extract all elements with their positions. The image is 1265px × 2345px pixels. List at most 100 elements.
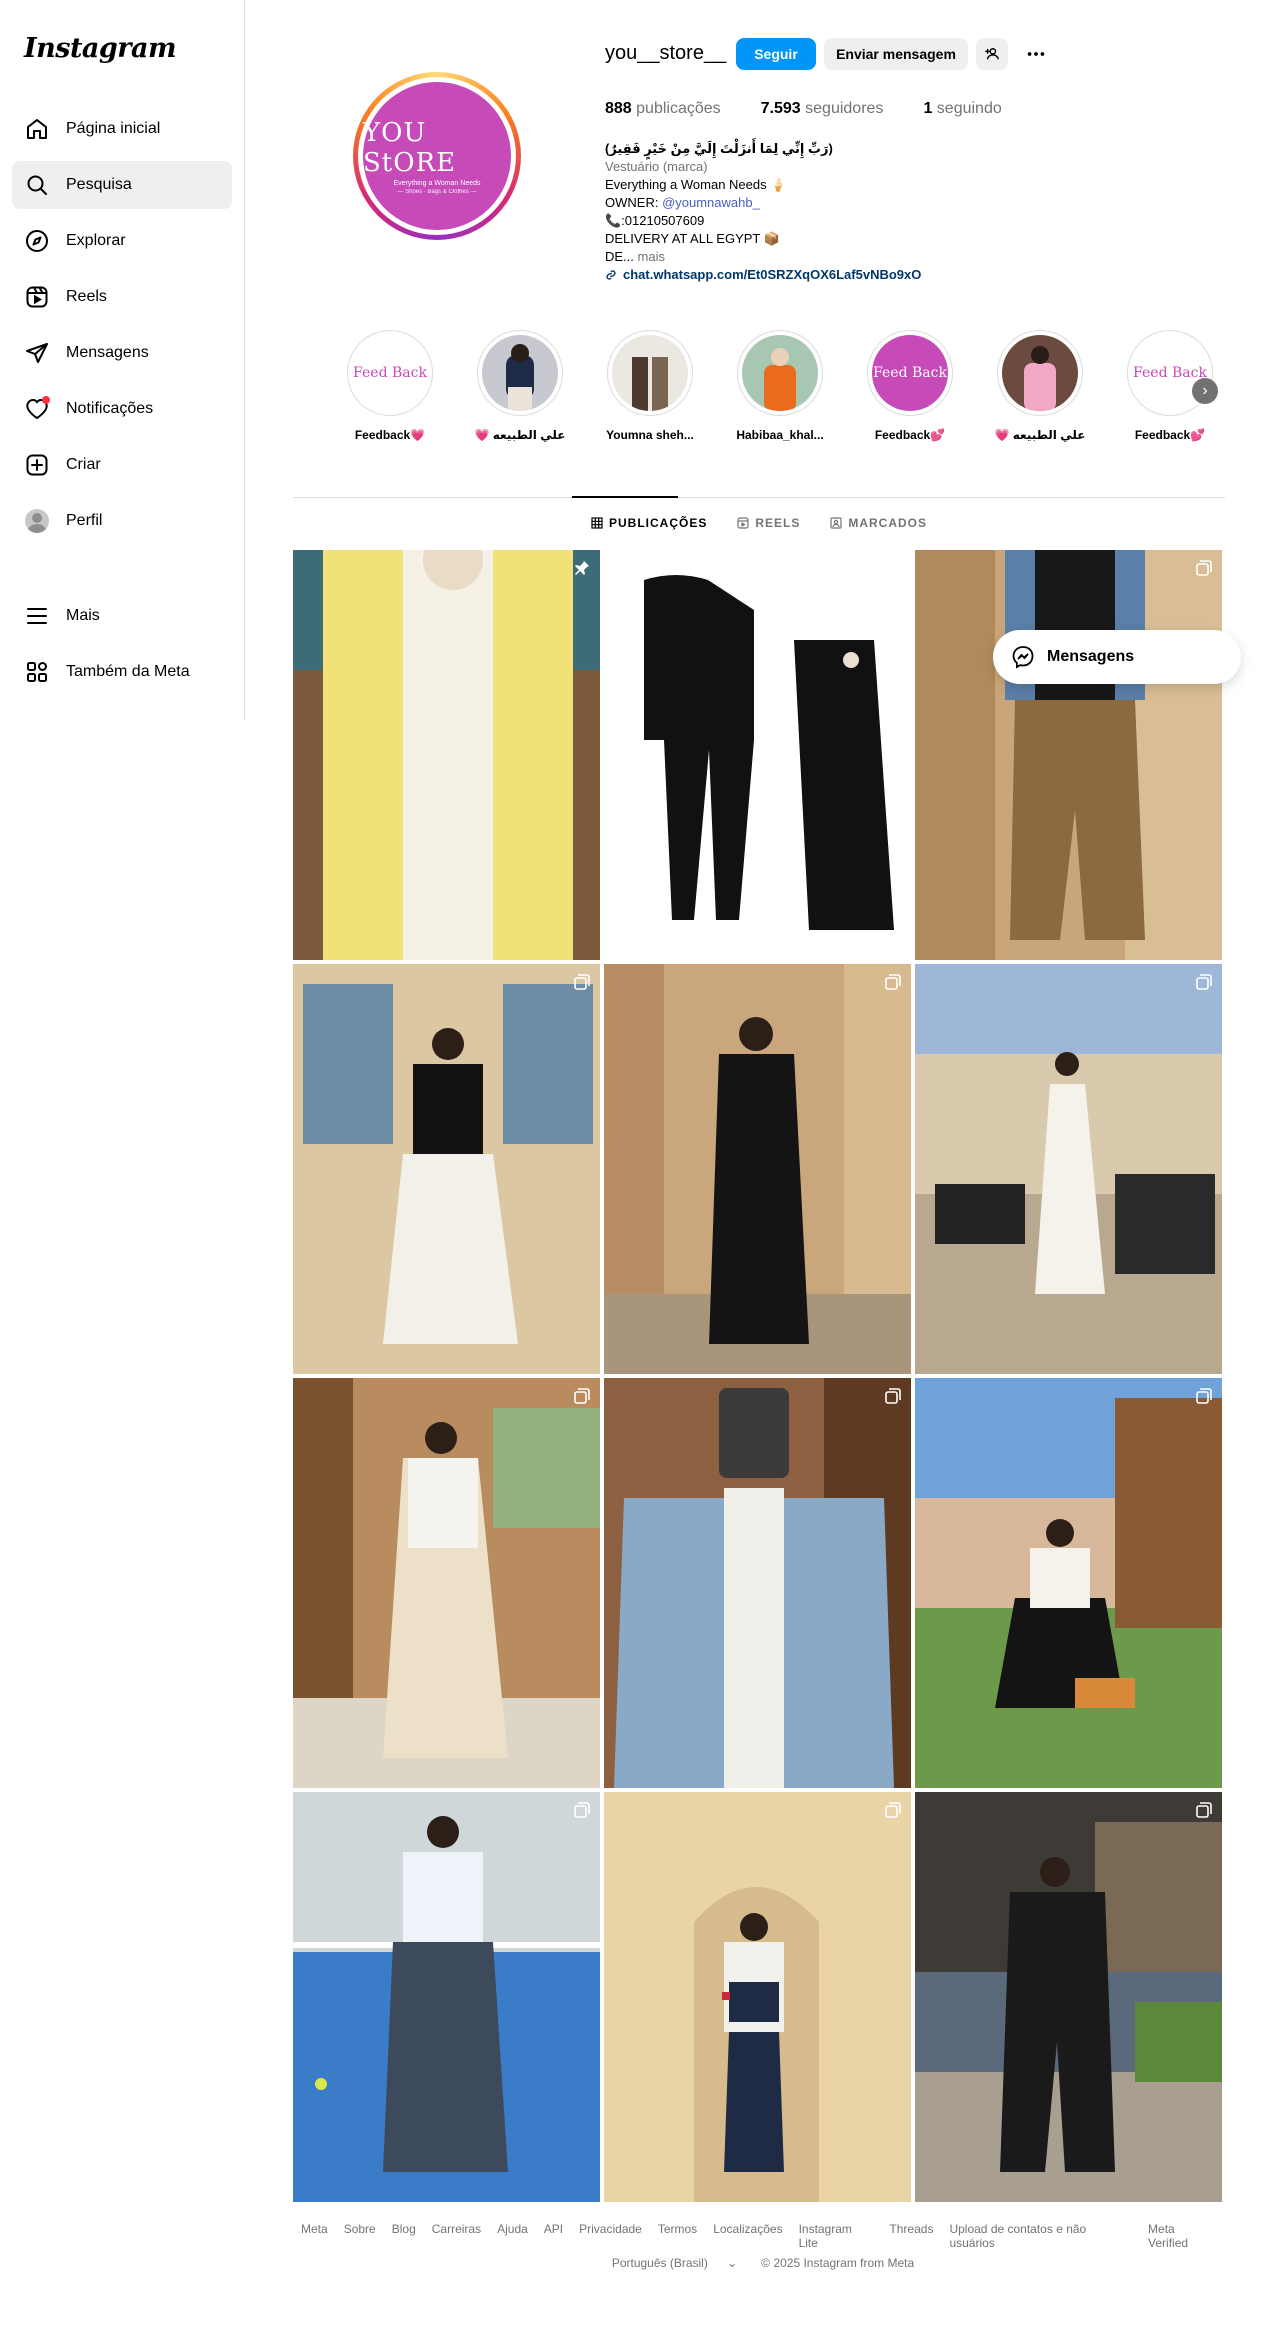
footer-link[interactable]: Upload de contatos e não usuários xyxy=(949,2222,1132,2250)
footer-link[interactable]: API xyxy=(544,2222,563,2250)
tab-reels[interactable]: REELS xyxy=(737,516,800,530)
sidebar-item-label: Mais xyxy=(66,607,100,624)
post-tile[interactable] xyxy=(604,1792,911,2202)
home-icon xyxy=(24,116,50,142)
highlight-item[interactable]: 💗 علي الطبيعه xyxy=(985,330,1095,442)
sidebar-item-messages[interactable]: Mensagens xyxy=(12,329,232,377)
black-outfit-image xyxy=(604,964,911,1374)
sidebar: Instagram Página inicial Pesquisa Explor… xyxy=(0,0,245,720)
footer-link[interactable]: Privacidade xyxy=(579,2222,642,2250)
reels-icon xyxy=(737,517,749,529)
sidebar-item-search[interactable]: Pesquisa xyxy=(12,161,232,209)
language-selector[interactable]: Português (Brasil) ⌄ xyxy=(604,2256,745,2270)
sidebar-item-label: Página inicial xyxy=(66,120,161,137)
sidebar-item-more[interactable]: Mais xyxy=(12,592,232,640)
highlights-next-button[interactable]: › xyxy=(1192,378,1218,404)
post-tile[interactable] xyxy=(604,964,911,1374)
instagram-logo[interactable]: Instagram xyxy=(24,33,177,64)
seated-outdoor-image xyxy=(915,1378,1222,1788)
sidebar-item-home[interactable]: Página inicial xyxy=(12,105,232,153)
carousel-icon xyxy=(1196,1388,1212,1404)
whatsapp-link[interactable]: chat.whatsapp.com/Et0SRZXqOX6Laf5vNBo9xO xyxy=(623,266,921,284)
bio-quote: (رَبِّ إِنِّي لِمَا أَنزَلْتَ إِلَيَّ مِ… xyxy=(605,141,833,156)
sidebar-item-label: Explorar xyxy=(66,232,126,249)
sidebar-item-meta[interactable]: Também da Meta xyxy=(12,648,232,696)
posts-label: publicações xyxy=(636,100,721,117)
followers-count: 7.593 xyxy=(760,100,801,117)
bio-truncated: DE... mais xyxy=(605,248,1025,266)
meta-apps-icon xyxy=(24,659,50,685)
post-tile[interactable] xyxy=(293,550,600,960)
highlight-item[interactable]: Feed Back Feedback💕 xyxy=(855,330,965,442)
highlight-cover xyxy=(482,335,558,411)
highlight-cover: Feed Back xyxy=(872,335,948,411)
link-icon xyxy=(606,270,616,280)
carousel-icon xyxy=(574,1802,590,1818)
bio-owner-prefix: OWNER: xyxy=(605,195,663,210)
bio-tagline: Everything a Woman Needs 🍦 xyxy=(605,177,787,192)
sidebar-item-create[interactable]: Criar xyxy=(12,441,232,489)
post-tile[interactable] xyxy=(915,964,1222,1374)
footer-link[interactable]: Localizações xyxy=(713,2222,782,2250)
sidebar-item-reels[interactable]: Reels xyxy=(12,273,232,321)
footer-link[interactable]: Threads xyxy=(889,2222,933,2250)
owner-mention-link[interactable]: @youmnawahb_ xyxy=(662,195,760,210)
floating-messages-label: Mensagens xyxy=(1047,648,1135,665)
footer-link[interactable]: Termos xyxy=(658,2222,697,2250)
sidebar-item-explore[interactable]: Explorar xyxy=(12,217,232,265)
carousel-icon xyxy=(574,1388,590,1404)
messenger-icon xyxy=(1012,646,1034,669)
footer-link[interactable]: Sobre xyxy=(344,2222,376,2250)
footer-link[interactable]: Ajuda xyxy=(497,2222,528,2250)
profile-picture[interactable]: YOU StORE Everything a Woman Needs — Sho… xyxy=(358,77,516,235)
carousel-icon xyxy=(885,1388,901,1404)
follow-button[interactable]: Seguir xyxy=(736,38,816,70)
post-tile[interactable] xyxy=(293,1792,600,2202)
suggest-users-button[interactable] xyxy=(976,38,1008,70)
footer-links: Meta Sobre Blog Carreiras Ajuda API Priv… xyxy=(293,2222,1225,2250)
sidebar-item-notifications[interactable]: Notificações xyxy=(12,385,232,433)
reels-icon xyxy=(24,284,50,310)
sidebar-item-profile[interactable]: Perfil xyxy=(12,497,232,545)
floating-messages-button[interactable]: Mensagens xyxy=(993,630,1241,684)
highlight-item[interactable]: Habibaa_khal... xyxy=(725,330,835,442)
arch-doorway-image xyxy=(604,1792,911,2202)
footer-link[interactable]: Meta xyxy=(301,2222,328,2250)
bio-more-link[interactable]: mais xyxy=(634,249,665,264)
footer-link[interactable]: Carreiras xyxy=(432,2222,481,2250)
highlight-item[interactable]: Youmna sheh... xyxy=(595,330,705,442)
options-button[interactable] xyxy=(1020,38,1052,70)
post-tile[interactable] xyxy=(604,550,911,960)
tab-tagged[interactable]: MARCADOS xyxy=(830,516,927,530)
plus-square-icon xyxy=(24,452,50,478)
following-stat[interactable]: 1 seguindo xyxy=(923,100,1001,118)
send-message-button[interactable]: Enviar mensagem xyxy=(824,38,968,70)
post-tile[interactable] xyxy=(604,1378,911,1788)
posts-stat: 888 publicações xyxy=(605,100,721,118)
highlight-label: Youmna sheh... xyxy=(606,428,694,442)
tab-posts[interactable]: PUBLICAÇÕES xyxy=(591,516,707,530)
post-tile[interactable] xyxy=(293,1378,600,1788)
post-tile[interactable] xyxy=(915,1378,1222,1788)
highlight-item[interactable]: 💗 علي الطبيعه xyxy=(465,330,575,442)
black-set-image xyxy=(604,550,911,960)
logo-title: YOU StORE xyxy=(363,117,457,178)
nav-list: Página inicial Pesquisa Explorar Reels M… xyxy=(12,105,232,553)
send-icon xyxy=(24,340,50,366)
tab-label: PUBLICAÇÕES xyxy=(608,516,708,530)
highlight-label: 💗 علي الطبيعه xyxy=(994,428,1086,442)
post-tile[interactable] xyxy=(915,1792,1222,2202)
highlight-item[interactable]: Feed Back Feedback💗 xyxy=(335,330,445,442)
footer-link[interactable]: Blog xyxy=(392,2222,416,2250)
post-tile[interactable] xyxy=(293,964,600,1374)
post-tile[interactable] xyxy=(915,550,1222,960)
footer-link[interactable]: Instagram Lite xyxy=(799,2222,874,2250)
chevron-right-icon: › xyxy=(1202,382,1208,399)
posts-count: 888 xyxy=(605,100,632,117)
logo-subtitle: Everything a Woman Needs xyxy=(393,179,481,187)
profile-bio: (رَبِّ إِنِّي لِمَا أَنزَلْتَ إِلَيَّ مِ… xyxy=(605,140,1025,284)
footer-link[interactable]: Meta Verified xyxy=(1148,2222,1217,2250)
bio-phone: 📞:01210507609 xyxy=(605,213,705,228)
bio-delivery: DELIVERY AT ALL EGYPT 📦 xyxy=(605,231,780,246)
followers-stat[interactable]: 7.593 seguidores xyxy=(761,100,884,118)
